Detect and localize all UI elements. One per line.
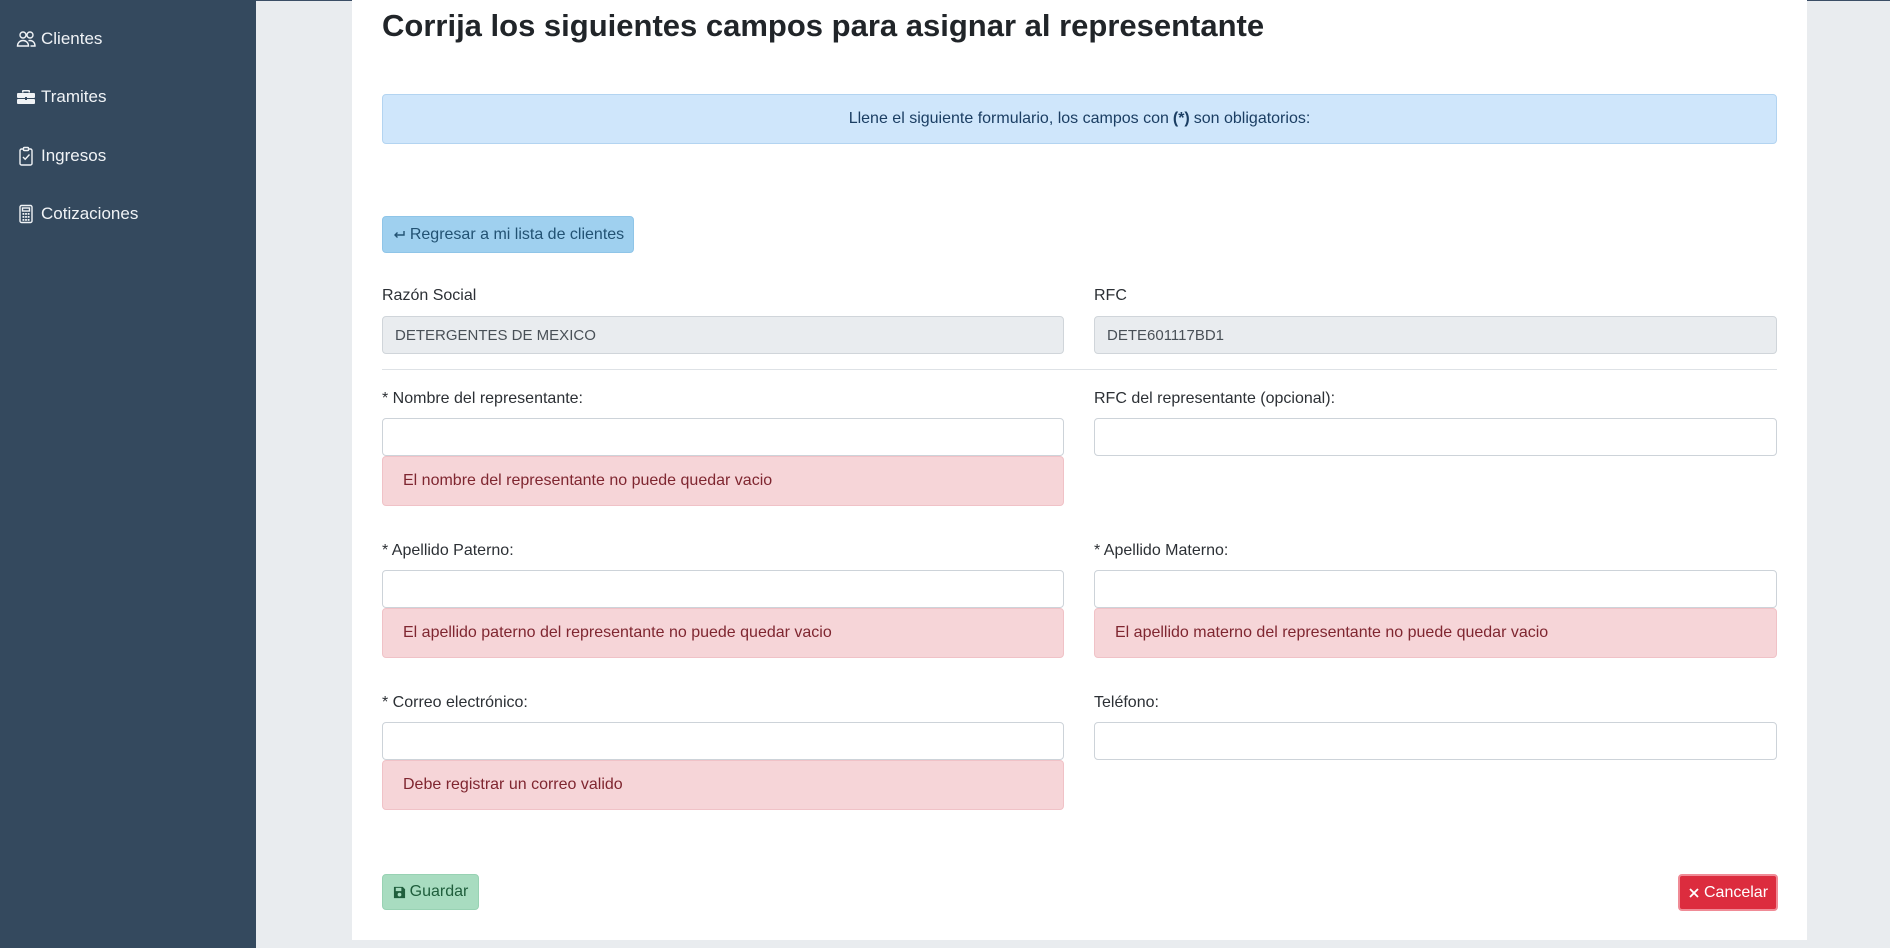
- correo-error-text: Debe registrar un correo valido: [403, 776, 623, 793]
- sidebar-item-label: Clientes: [41, 29, 103, 48]
- rfc-label: RFC: [1094, 287, 1127, 304]
- apellido-materno-error: El apellido materno del representante no…: [1094, 608, 1777, 658]
- back-button-label: Regresar a mi lista de clientes: [409, 225, 625, 243]
- info-alert: Llene el siguiente formulario, los campo…: [382, 94, 1777, 144]
- rfc-representante-input[interactable]: [1094, 418, 1777, 456]
- briefcase-icon: [15, 86, 37, 108]
- sidebar-item-label: Cotizaciones: [41, 204, 139, 223]
- telefono-label: Teléfono:: [1094, 694, 1159, 711]
- info-text: Llene el siguiente formulario, los campo…: [848, 110, 1169, 127]
- nombre-error-text: El nombre del representante no puede que…: [403, 472, 773, 489]
- apellido-paterno-error: El apellido paterno del representante no…: [382, 608, 1064, 658]
- nombre-input[interactable]: [382, 418, 1064, 456]
- nombre-label: * Nombre del representante:: [382, 390, 583, 407]
- rfc-field: DETE601117BD1: [1094, 316, 1777, 354]
- cancel-button-label: Cancelar: [1703, 883, 1769, 901]
- apellido-paterno-input[interactable]: [382, 570, 1064, 608]
- floppy-disk-icon: [393, 886, 406, 899]
- correo-label: * Correo electrónico:: [382, 694, 528, 711]
- return-arrow-icon: [392, 228, 406, 242]
- sidebar-item-ingresos[interactable]: Ingresos: [15, 144, 106, 168]
- telefono-input[interactable]: [1094, 722, 1777, 760]
- apellido-materno-input[interactable]: [1094, 570, 1777, 608]
- razon-social-label: Razón Social: [382, 287, 477, 304]
- apellido-paterno-label: * Apellido Paterno:: [382, 542, 514, 559]
- calculator-icon: [15, 203, 37, 225]
- nombre-error: El nombre del representante no puede que…: [382, 456, 1064, 506]
- sidebar: Clientes Tramites Ingresos Cotizaciones: [0, 0, 256, 948]
- page-title: Corrija los siguientes campos para asign…: [382, 8, 1265, 43]
- correo-input[interactable]: [382, 722, 1064, 760]
- info-text-end: son obligatorios:: [1193, 110, 1311, 127]
- apellido-materno-label: * Apellido Materno:: [1094, 542, 1229, 559]
- razon-social-field: DETERGENTES DE MEXICO: [382, 316, 1064, 354]
- save-button-label: Guardar: [409, 883, 469, 900]
- sidebar-item-tramites[interactable]: Tramites: [15, 85, 107, 109]
- users-icon: [15, 28, 37, 50]
- rfc-representante-label: RFC del representante (opcional):: [1094, 390, 1336, 407]
- divider: [382, 369, 1777, 370]
- apellido-materno-error-text: El apellido materno del representante no…: [1115, 624, 1549, 641]
- sidebar-item-label: Tramites: [41, 87, 107, 106]
- sidebar-item-label: Ingresos: [41, 146, 107, 165]
- cancel-button[interactable]: Cancelar: [1678, 874, 1778, 911]
- correo-error: Debe registrar un correo valido: [382, 760, 1064, 810]
- close-icon: [1688, 887, 1700, 899]
- info-required-mark: (*): [1172, 110, 1190, 127]
- apellido-paterno-error-text: El apellido paterno del representante no…: [403, 624, 832, 641]
- sidebar-item-clientes[interactable]: Clientes: [15, 27, 102, 51]
- rfc-value: DETE601117BD1: [1107, 326, 1225, 344]
- save-button[interactable]: Guardar: [382, 874, 479, 910]
- sidebar-item-cotizaciones[interactable]: Cotizaciones: [15, 202, 138, 226]
- back-to-clients-button[interactable]: Regresar a mi lista de clientes: [382, 216, 634, 253]
- razon-social-value: DETERGENTES DE MEXICO: [395, 326, 596, 344]
- clipboard-check-icon: [15, 145, 37, 167]
